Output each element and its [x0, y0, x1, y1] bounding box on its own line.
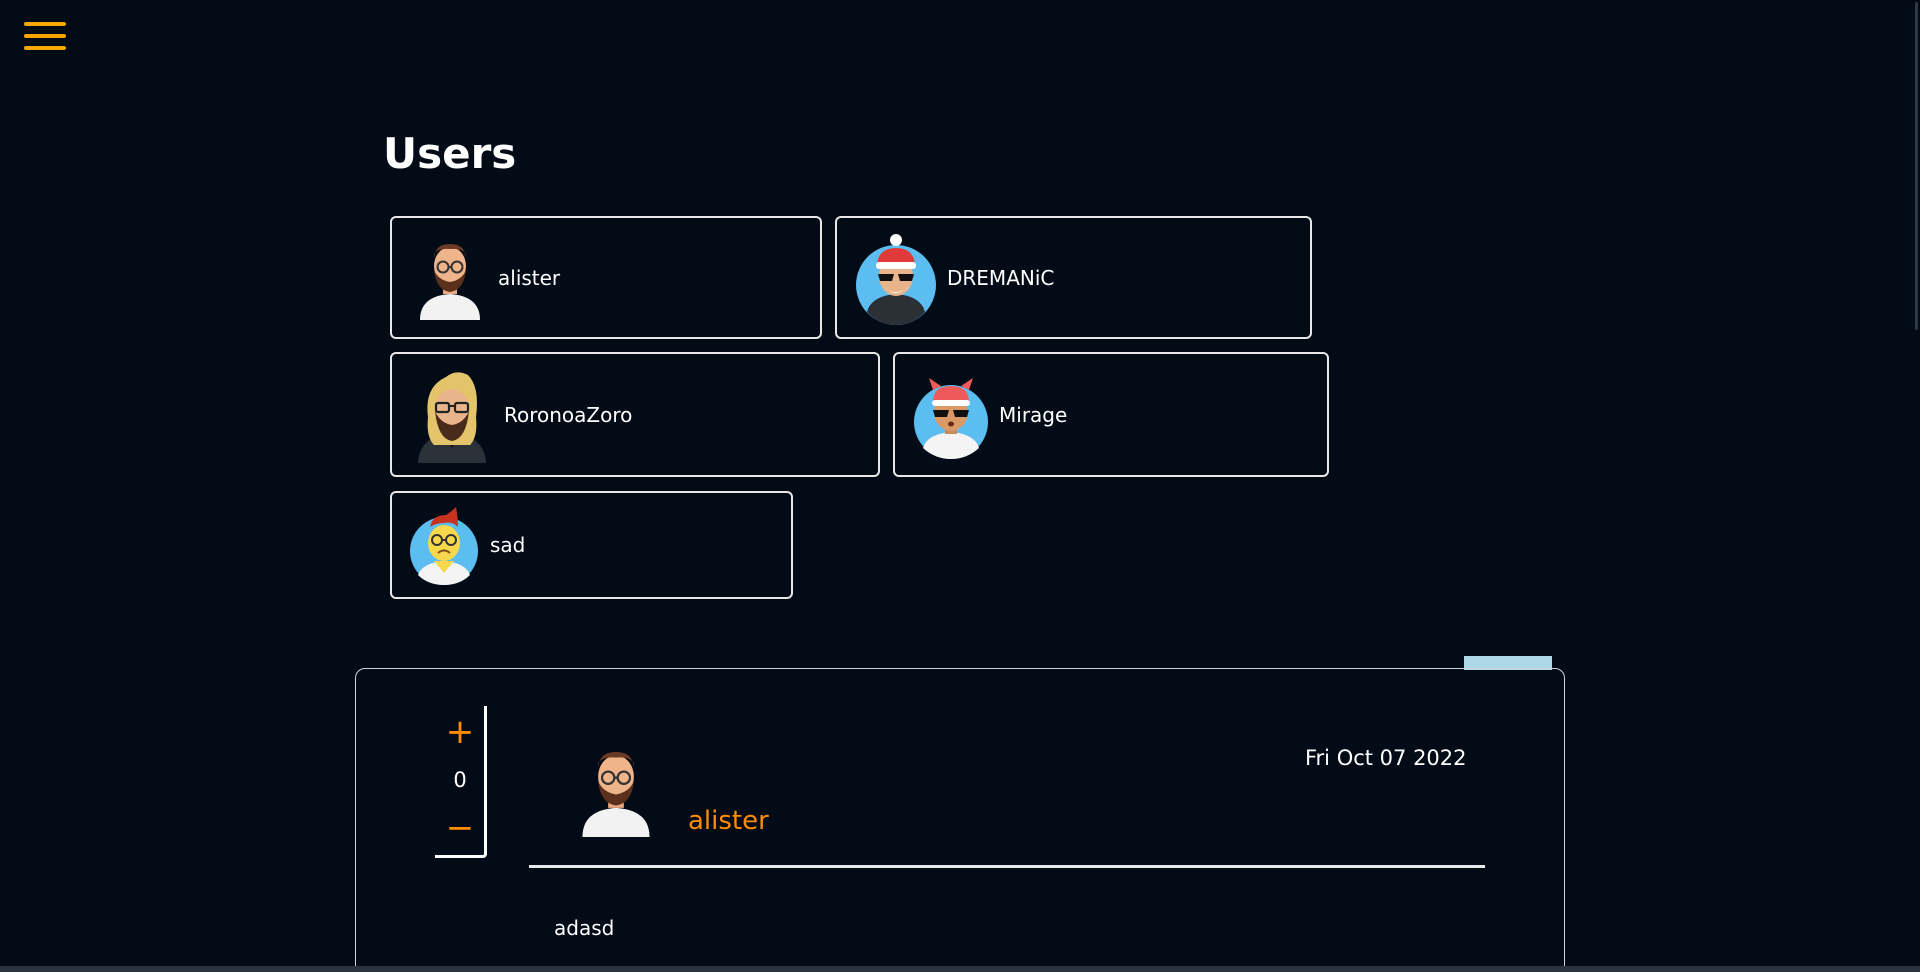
user-card-dremanic[interactable]: DREMANiC	[835, 216, 1312, 339]
blonde-bearded-man-avatar	[418, 371, 486, 463]
page-title: Users	[383, 129, 517, 178]
bearded-man-glasses-avatar	[582, 752, 650, 837]
yellow-sad-face-avatar	[410, 507, 478, 585]
post-date: Fri Oct 07 2022	[1305, 746, 1467, 770]
user-card-alister[interactable]: alister	[390, 216, 822, 339]
scrollbar-thumb[interactable]	[1915, 2, 1918, 330]
user-name: sad	[490, 533, 526, 557]
bearded-man-glasses-avatar	[420, 243, 480, 320]
user-card-mirage[interactable]: Mirage	[893, 352, 1329, 477]
downvote-button[interactable]: −	[440, 810, 480, 846]
upvote-button[interactable]: +	[440, 714, 480, 750]
user-name: DREMANiC	[947, 265, 1055, 290]
user-name: RoronoaZoro	[504, 402, 633, 427]
user-name: alister	[498, 265, 561, 290]
user-card-sad[interactable]: sad	[390, 491, 793, 599]
bottom-edge	[0, 966, 1920, 972]
post-card	[355, 668, 1565, 972]
scrollbar[interactable]	[1914, 0, 1920, 972]
user-name: Mirage	[999, 402, 1068, 427]
hamburger-menu-icon[interactable]	[22, 20, 68, 52]
divider	[529, 865, 1485, 868]
user-card-roronoazoro[interactable]: RoronoaZoro	[390, 352, 880, 477]
post-body: adasd	[554, 916, 615, 940]
vote-count: 0	[453, 768, 467, 792]
horned-hat-sunglasses-avatar	[914, 377, 988, 459]
santa-hat-sunglasses-avatar	[856, 233, 936, 325]
post-author[interactable]: alister	[688, 806, 769, 836]
